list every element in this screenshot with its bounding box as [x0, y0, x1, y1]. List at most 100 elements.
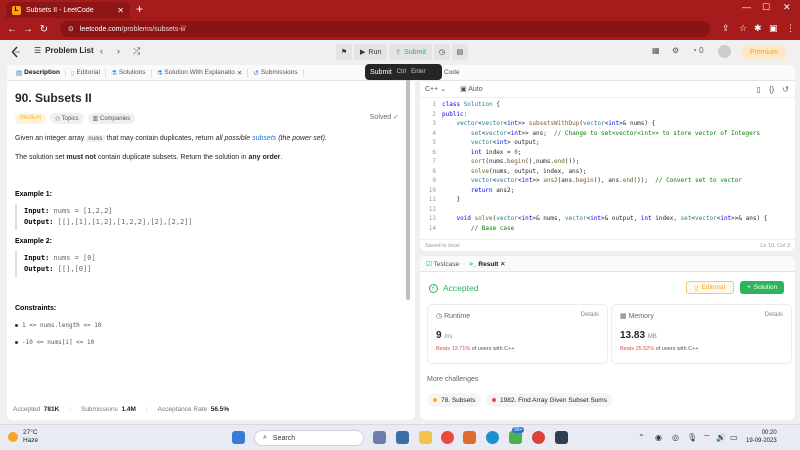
problem-content: 90. Subsets II Solved ✓ Medium ◇ Topics … [7, 81, 415, 420]
tray-chevron-icon[interactable]: ⌃ [638, 433, 645, 442]
challenge-chip[interactable]: 1982. Find Array Given Subset Sums [486, 393, 613, 407]
tooltip-label: Submit [370, 68, 392, 76]
topics-label: Topics [61, 116, 79, 122]
volume-icon[interactable]: 🔊 [716, 433, 726, 442]
desc-italic: all possible [215, 135, 253, 142]
edge-icon[interactable] [486, 431, 499, 444]
submit-button[interactable]: ⇪ Submit [389, 44, 432, 60]
bell-icon: ◔ [692, 46, 697, 55]
close-tab-icon[interactable]: ✕ [117, 6, 124, 15]
subsets-link[interactable]: subsets [252, 135, 276, 142]
accepted-label: Accepted [13, 406, 41, 413]
submit-label: Submit [404, 48, 426, 56]
tab-editorial[interactable]: ▯ Editorial [66, 68, 106, 77]
reload-icon[interactable]: ↻ [36, 24, 52, 35]
extensions-icon[interactable]: ✱ [754, 23, 762, 34]
battery-icon[interactable]: ▭ [730, 433, 738, 442]
tab-testcase[interactable]: ☑ Testcase [426, 260, 459, 268]
language-select[interactable]: C++ ⌄ [425, 85, 446, 93]
wifi-icon[interactable]: ⌔ [703, 433, 711, 443]
notifications-button[interactable]: ◔ 0 [692, 46, 704, 55]
app-icon[interactable] [555, 431, 568, 444]
problem-list-button[interactable]: ☰ Problem List [34, 46, 94, 55]
timer-button[interactable]: ◷ [433, 44, 450, 60]
building-icon: ▥ [92, 116, 100, 122]
close-tab-icon[interactable]: ✕ [237, 69, 242, 77]
meet-icon[interactable] [396, 431, 409, 444]
system-clock[interactable]: 00:20 19-09-2023 [746, 429, 777, 445]
editorial-button[interactable]: ▯ Editorial [686, 281, 735, 294]
solution-button[interactable]: + Solution [740, 281, 785, 294]
notes-button[interactable]: ▤ [451, 44, 468, 60]
line-number: 8 [432, 167, 436, 175]
page-title: 90. Subsets II [15, 91, 92, 105]
runtime-suffix: of users with C++ [471, 346, 515, 352]
maximize-icon[interactable]: ☐ [762, 2, 770, 13]
profile-icon[interactable]: ▣ [769, 23, 778, 34]
play-icon: ▶ [360, 49, 366, 56]
task-view-icon[interactable] [373, 431, 386, 444]
challenge-chip[interactable]: 78. Subsets [427, 393, 482, 407]
checkbox-icon: ☑ [426, 260, 432, 268]
tab-submissions[interactable]: ↺ Submissions [248, 68, 304, 77]
new-tab-icon[interactable]: + [136, 2, 143, 16]
address-bar[interactable]: ⊙ leetcode.com/problems/subsets-ii/ [60, 21, 710, 37]
tab-solutions[interactable]: ⚗ Solutions [106, 68, 152, 77]
description-scrollbar[interactable] [406, 78, 410, 300]
memory-details-link[interactable]: Details [765, 312, 783, 320]
minimize-icon[interactable]: — [742, 2, 751, 12]
prev-problem-icon[interactable]: ‹ [100, 46, 103, 56]
desc-text: . [280, 154, 283, 161]
leetcode-logo-icon[interactable] [10, 46, 22, 58]
windows-start-icon[interactable] [232, 431, 245, 444]
runtime-details-link[interactable]: Details [581, 312, 599, 320]
windows-taskbar: 27°C Haze ⌕ Search 99+ ⌃ ◉ ◎ 🎙 ⌔ 🔊 ▭ 00:2… [0, 424, 800, 450]
reset-icon[interactable]: ↺ [782, 85, 789, 94]
run-button[interactable]: ▶ Run [354, 44, 388, 60]
clock-time: 00:20 [761, 430, 777, 436]
tooltip-key-enter: Enter [411, 69, 426, 75]
timer-icon: ◷ [438, 49, 445, 56]
browser-tab[interactable]: L Subsets II - LeetCode ✕ [6, 2, 130, 18]
taskbar-search[interactable]: ⌕ Search [254, 430, 364, 446]
security-icon[interactable]: ◎ [672, 433, 679, 442]
braces-icon[interactable]: {} [769, 85, 774, 94]
debug-button[interactable]: ⚑ [336, 44, 352, 60]
tab-solution-explanation[interactable]: ⚗ Solution With Explanatio ✕ [152, 68, 249, 77]
mic-icon[interactable]: 🎙 [687, 433, 697, 442]
premium-button[interactable]: Premium [742, 45, 787, 59]
file-explorer-icon[interactable] [419, 431, 432, 444]
settings-icon[interactable]: ⚙ [672, 46, 679, 55]
forward-icon[interactable]: → [20, 24, 36, 35]
tab-description[interactable]: ▤ Description [11, 68, 66, 77]
layout-icon[interactable]: ▦ [652, 46, 660, 55]
tab-result[interactable]: >_ Result ✕ [469, 260, 505, 268]
share-icon[interactable]: ⇪ [722, 23, 730, 34]
bookmark-icon[interactable]: ▯ [757, 85, 761, 94]
back-icon[interactable]: ← [4, 24, 20, 35]
next-problem-icon[interactable]: › [117, 46, 120, 56]
chrome-icon[interactable] [441, 431, 454, 444]
topics-button[interactable]: ◇ Topics [50, 113, 84, 124]
office-icon[interactable] [463, 431, 476, 444]
site-info-icon[interactable]: ⊙ [68, 25, 74, 33]
bookmark-star-icon[interactable]: ☆ [739, 23, 747, 34]
code-editor[interactable]: 1 class Solution { 2 public: 3 vector<vect… [420, 98, 795, 234]
weather-widget[interactable]: 27°C Haze [8, 429, 38, 445]
browser-menu-icon[interactable]: ⋮ [786, 23, 795, 34]
chrome-active-icon[interactable] [532, 431, 545, 444]
close-tab-icon[interactable]: ✕ [500, 261, 505, 268]
desc-code: nums [86, 135, 105, 142]
runtime-card[interactable]: ◷ Runtime Details 9 ms Beats 13.71% of us… [427, 304, 608, 364]
example1-box: Input: nums = [1,2,2] Output: [[],[1],[1… [15, 204, 407, 230]
check-circle-icon: ✓ [429, 283, 438, 293]
code-tab-label[interactable]: Code [444, 69, 460, 76]
autocomplete-toggle[interactable]: ▣ Auto [460, 85, 483, 93]
tab-editorial-label: Editorial [76, 69, 100, 76]
shuffle-icon[interactable]: ⤮ [133, 46, 140, 57]
network-tray-icon[interactable]: ◉ [655, 433, 662, 442]
memory-card[interactable]: ▦ Memory Details 13.83 MB Beats 25.52% of… [611, 304, 792, 364]
avatar[interactable] [718, 45, 731, 58]
companies-button[interactable]: ▥ Companies [87, 113, 136, 124]
close-window-icon[interactable]: ✕ [783, 2, 791, 13]
